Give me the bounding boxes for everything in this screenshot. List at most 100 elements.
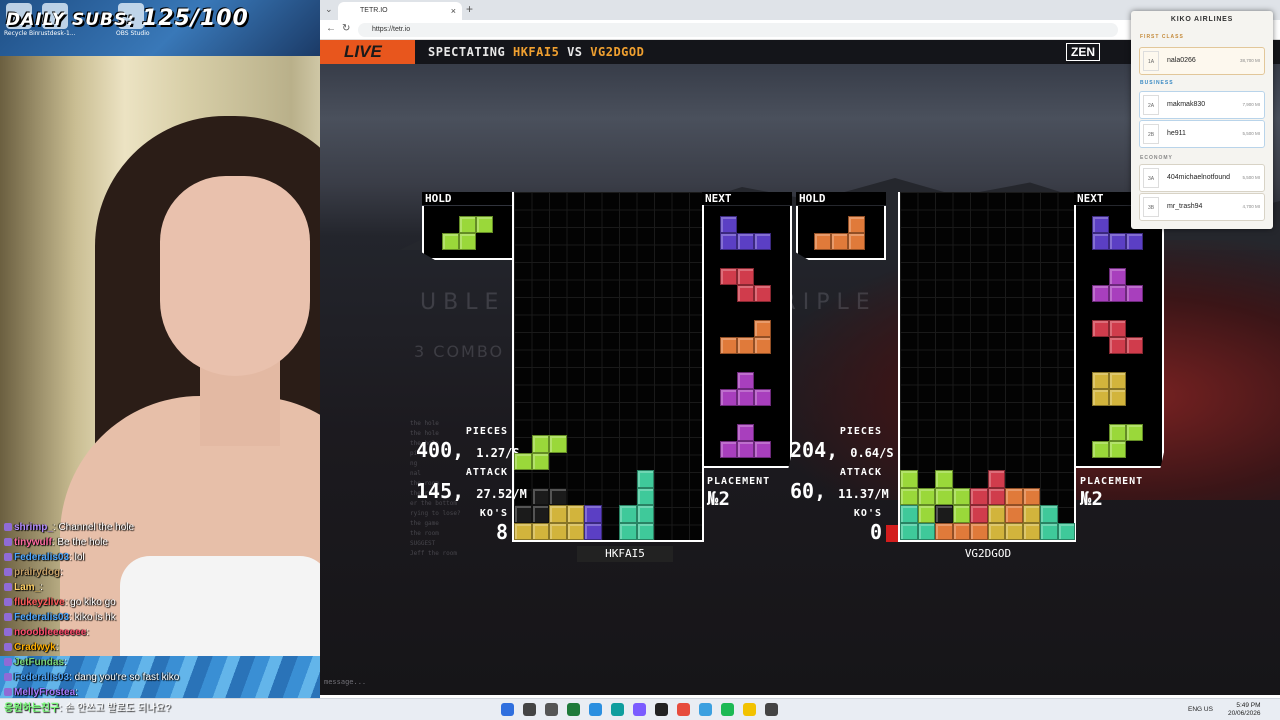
pieces-value: 400, <box>416 438 465 462</box>
pieces-value: 204, <box>790 438 839 462</box>
chat-message: : <box>75 687 78 698</box>
hold-label: HOLD <box>796 192 886 205</box>
queue-mino <box>1092 372 1109 389</box>
board-mino <box>549 487 567 505</box>
kos-label: KO'S <box>853 508 882 519</box>
chat-username[interactable]: tinywulf <box>14 537 52 548</box>
edge-icon[interactable] <box>589 703 602 716</box>
board-mino <box>1057 522 1075 540</box>
board-mino <box>531 522 549 540</box>
desktop-icon-label: OBS Studio <box>116 30 150 37</box>
chat-username[interactable]: flukeyzlive <box>14 597 65 608</box>
queue-mino <box>1092 285 1109 302</box>
chat-message: : go kiko go <box>64 597 116 608</box>
back-icon[interactable]: ← <box>326 23 336 34</box>
chat-badge-icon <box>4 628 12 637</box>
queue-mino <box>1126 337 1143 354</box>
queue-mino <box>754 389 771 406</box>
chrome-icon[interactable] <box>611 703 624 716</box>
airline-row: 3B mr_trash94 4,700 MI <box>1139 193 1265 221</box>
chat-username[interactable]: Federalis03 <box>14 672 69 683</box>
chat-username[interactable]: JetFundas <box>14 657 64 668</box>
queue-mino <box>754 320 771 337</box>
queue-mino <box>476 216 493 233</box>
chat-badge-icon <box>4 598 12 607</box>
airline-row: 3A 404michaelnotfound 5,500 MI <box>1139 164 1265 192</box>
pps-value: 0.64/S <box>850 446 894 460</box>
chat-message: : dang you're so fast kiko <box>69 672 180 683</box>
queue-mino <box>1092 216 1109 233</box>
chat-badge-icon <box>4 643 12 652</box>
chat-line: tinywulf: Be the hole <box>4 535 324 550</box>
chat-username[interactable]: Lam_ <box>14 582 40 593</box>
queue-mino <box>459 216 476 233</box>
clock-time: 5:49 PM <box>1236 702 1261 709</box>
daily-subs-counter: DAILY SUBS: 125/100 <box>6 6 249 31</box>
player-nameplate-right[interactable]: VG2DGOD <box>940 546 1036 562</box>
kos-value-right: 0 <box>869 520 882 544</box>
streamer-face <box>160 176 310 376</box>
task-view-icon[interactable] <box>545 703 558 716</box>
board-mino <box>935 470 953 488</box>
message-input[interactable]: message... <box>324 678 724 686</box>
language-indicator[interactable]: ENG US <box>1188 706 1213 714</box>
queue-mino <box>831 233 848 250</box>
clock[interactable]: 5:49 PM 20/06/2026 <box>1228 702 1261 718</box>
chat-username[interactable]: prairydog <box>14 567 60 578</box>
close-icon[interactable]: × <box>451 2 456 20</box>
attack-label: ATTACK <box>839 467 882 478</box>
queue-mino <box>720 216 737 233</box>
chat-message: : kiko is hk <box>69 612 116 623</box>
explorer-icon[interactable] <box>699 703 712 716</box>
reload-icon[interactable]: ↻ <box>342 23 350 34</box>
chat-username[interactable]: Federalis03 <box>14 552 69 563</box>
new-tab-button[interactable]: + <box>466 2 473 16</box>
stream-frame: Recycle Bin rustdesk-1... OBS Studio DAI… <box>0 0 1280 720</box>
stream-chat: shrimp_: Channel the hole tinywulf: Be th… <box>4 520 324 700</box>
board-mino <box>917 522 935 540</box>
queue-mino <box>1092 233 1109 250</box>
notes-icon[interactable] <box>743 703 756 716</box>
obs-icon[interactable] <box>655 703 668 716</box>
board-mino <box>987 522 1005 540</box>
board-mino <box>1005 505 1023 523</box>
board-mino <box>917 487 935 505</box>
chat-badge-icon <box>4 568 12 577</box>
widgets-icon[interactable] <box>567 703 580 716</box>
queue-mino <box>459 233 476 250</box>
spotify-icon[interactable] <box>721 703 734 716</box>
airline-score: 4,700 MI <box>1242 204 1260 209</box>
tetrio-icon[interactable] <box>677 703 690 716</box>
url-input[interactable]: https://tetr.io <box>358 23 1118 37</box>
search-icon[interactable] <box>523 703 536 716</box>
tab-title: TETR.IO <box>360 7 388 14</box>
chat-username[interactable]: Federalis03 <box>14 612 69 623</box>
discord-icon[interactable] <box>633 703 646 716</box>
chat-line: shrimp_: Channel the hole <box>4 520 324 535</box>
queue-mino <box>754 233 771 250</box>
chat-username[interactable]: nooobleeeeeee <box>14 627 86 638</box>
player-nameplate-left[interactable]: HKFAI5 <box>577 546 673 562</box>
board-mino <box>514 452 532 470</box>
board-mino <box>987 487 1005 505</box>
hold-label: HOLD <box>422 192 514 205</box>
kos-label: KO'S <box>479 508 508 519</box>
placement-label: PLACEMENT <box>707 476 771 487</box>
business-label: BUSINESS <box>1140 80 1174 86</box>
daily-subs-value: 125/100 <box>141 6 249 31</box>
airline-seat: 1A <box>1143 51 1159 71</box>
chat-username[interactable]: shrimp_ <box>14 522 53 533</box>
queue-mino <box>1109 285 1126 302</box>
chat-username[interactable]: Cradwyk <box>14 642 56 653</box>
zen-button[interactable]: ZEN <box>1066 43 1100 61</box>
terminal-icon[interactable] <box>765 703 778 716</box>
tab-menu-icon[interactable]: ⌄ <box>325 4 333 15</box>
start-icon[interactable] <box>501 703 514 716</box>
tab-tetrio[interactable]: TETR.IO × <box>338 2 462 20</box>
queue-mino <box>1109 372 1126 389</box>
apm-value: 27.52/M <box>476 487 527 501</box>
board-mino <box>917 505 935 523</box>
chat-username[interactable]: MellyFrostea <box>14 687 75 698</box>
board-mino <box>987 505 1005 523</box>
chat-line: JetFundas: <box>4 655 324 670</box>
